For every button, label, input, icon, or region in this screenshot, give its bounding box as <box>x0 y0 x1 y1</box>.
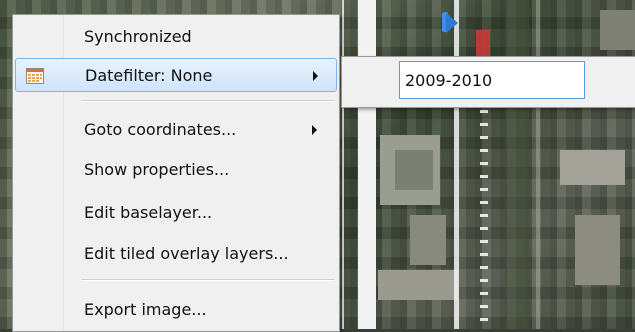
menu-item-label: Edit tiled overlay layers... <box>84 244 289 263</box>
context-menu: Synchronized Datefilter: None Goto coord… <box>12 14 340 332</box>
timeline-ticks <box>480 110 488 329</box>
menu-item-label: Show properties... <box>84 160 230 179</box>
map-building <box>395 150 433 190</box>
map-divider <box>358 0 376 329</box>
menu-item-export-image[interactable]: Export image... <box>15 293 337 327</box>
menu-item-label: Goto coordinates... <box>84 120 237 139</box>
map-road <box>505 0 529 329</box>
menu-item-label: Datefilter: None <box>85 66 213 85</box>
chevron-right-icon <box>312 125 317 135</box>
menu-item-label: Edit baselayer... <box>84 203 213 222</box>
calendar-icon <box>26 68 44 84</box>
menu-item-label: Synchronized <box>84 27 192 46</box>
menu-item-edit-baselayer[interactable]: Edit baselayer... <box>15 196 337 230</box>
menu-item-label: Export image... <box>84 300 207 319</box>
map-building <box>410 215 446 265</box>
map-divider <box>342 0 344 329</box>
map-building <box>575 215 620 285</box>
timeline-line <box>454 0 459 329</box>
timeline-marker <box>476 30 490 56</box>
map-building <box>560 150 625 185</box>
map-building <box>600 10 635 50</box>
menu-separator <box>81 279 335 281</box>
menu-separator <box>81 100 335 102</box>
menu-item-datefilter[interactable]: Datefilter: None <box>15 58 337 92</box>
chevron-right-icon <box>313 71 318 81</box>
map-road <box>536 0 540 329</box>
datefilter-submenu <box>341 56 635 108</box>
menu-item-goto-coordinates[interactable]: Goto coordinates... <box>15 113 337 147</box>
datefilter-input[interactable] <box>399 61 585 99</box>
menu-item-synchronized[interactable]: Synchronized <box>15 20 337 54</box>
timeline-handle-icon[interactable] <box>446 13 458 33</box>
map-building <box>378 270 458 300</box>
menu-item-show-properties[interactable]: Show properties... <box>15 153 337 187</box>
menu-item-edit-tiled-overlay-layers[interactable]: Edit tiled overlay layers... <box>15 237 337 271</box>
